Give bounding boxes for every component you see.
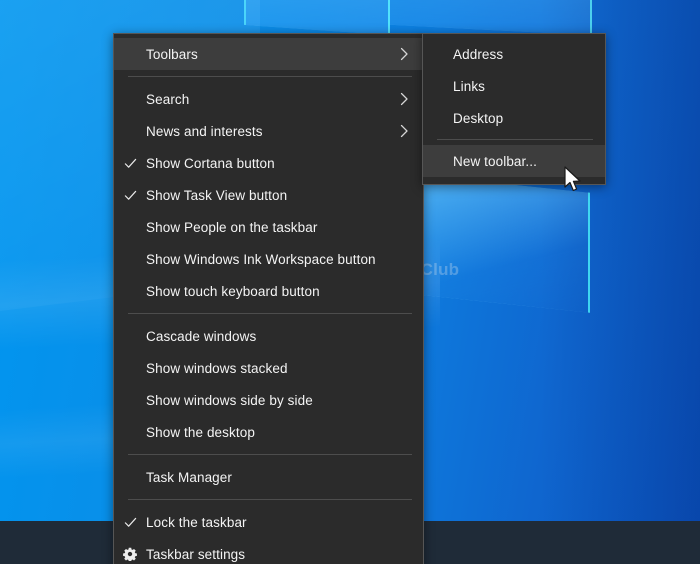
menu-separator bbox=[128, 313, 412, 314]
menu-item-label: News and interests bbox=[146, 123, 263, 139]
menu-item-icon-slot bbox=[114, 516, 146, 529]
wallpaper-shape-top-center bbox=[244, 0, 390, 36]
submenu-chevron bbox=[395, 92, 413, 106]
menu-separator bbox=[128, 454, 412, 455]
menu-item-label: Show People on the taskbar bbox=[146, 219, 318, 235]
menu-item-show-cortana-button[interactable]: Show Cortana button bbox=[114, 147, 423, 179]
menu-item-label: Task Manager bbox=[146, 469, 232, 485]
check-icon bbox=[124, 158, 136, 168]
menu-item-label: Links bbox=[453, 78, 486, 94]
menu-separator bbox=[128, 76, 412, 77]
menu-item-label: Desktop bbox=[453, 110, 504, 126]
menu-item-label: Show Task View button bbox=[146, 187, 288, 203]
menu-item-show-people-on-the-taskbar[interactable]: Show People on the taskbar bbox=[114, 211, 423, 243]
chevron-right-icon bbox=[400, 47, 408, 61]
menu-item-desktop[interactable]: Desktop bbox=[423, 102, 605, 134]
check-icon bbox=[124, 517, 136, 527]
menu-item-news-and-interests[interactable]: News and interests bbox=[114, 115, 423, 147]
menu-item-task-manager[interactable]: Task Manager bbox=[114, 461, 423, 493]
menu-item-toolbars[interactable]: Toolbars bbox=[114, 38, 423, 70]
menu-separator bbox=[437, 139, 593, 140]
menu-item-label: Show touch keyboard button bbox=[146, 283, 320, 299]
menu-item-label: Show Windows Ink Workspace button bbox=[146, 251, 376, 267]
menu-item-show-windows-side-by-side[interactable]: Show windows side by side bbox=[114, 384, 423, 416]
menu-item-show-windows-stacked[interactable]: Show windows stacked bbox=[114, 352, 423, 384]
menu-item-taskbar-settings[interactable]: Taskbar settings bbox=[114, 538, 423, 564]
menu-item-label: Toolbars bbox=[146, 46, 198, 62]
menu-item-icon-slot bbox=[114, 547, 146, 561]
menu-item-icon-slot bbox=[114, 189, 146, 202]
menu-item-lock-the-taskbar[interactable]: Lock the taskbar bbox=[114, 506, 423, 538]
toolbars-submenu[interactable]: Address Links Desktop New toolbar... bbox=[422, 33, 606, 185]
menu-item-label: Show windows stacked bbox=[146, 360, 288, 376]
menu-item-address[interactable]: Address bbox=[423, 38, 605, 70]
menu-item-search[interactable]: Search bbox=[114, 83, 423, 115]
menu-item-show-touch-keyboard-button[interactable]: Show touch keyboard button bbox=[114, 275, 423, 307]
menu-item-links[interactable]: Links bbox=[423, 70, 605, 102]
menu-item-cascade-windows[interactable]: Cascade windows bbox=[114, 320, 423, 352]
menu-item-label: Search bbox=[146, 91, 190, 107]
taskbar-context-menu[interactable]: Toolbars Search News and interests Show Cor… bbox=[113, 33, 424, 564]
gear-icon bbox=[123, 547, 137, 561]
menu-item-show-the-desktop[interactable]: Show the desktop bbox=[114, 416, 423, 448]
menu-item-label: Show Cortana button bbox=[146, 155, 275, 171]
chevron-right-icon bbox=[400, 92, 408, 106]
submenu-chevron bbox=[395, 47, 413, 61]
menu-item-label: Show the desktop bbox=[146, 424, 255, 440]
menu-item-label: Taskbar settings bbox=[146, 546, 246, 562]
submenu-chevron bbox=[395, 124, 413, 138]
menu-item-label: Show windows side by side bbox=[146, 392, 313, 408]
check-icon bbox=[124, 190, 136, 200]
menu-item-show-windows-ink-workspace-button[interactable]: Show Windows Ink Workspace button bbox=[114, 243, 423, 275]
menu-item-show-task-view-button[interactable]: Show Task View button bbox=[114, 179, 423, 211]
menu-item-label: New toolbar... bbox=[453, 153, 537, 169]
menu-item-label: Cascade windows bbox=[146, 328, 257, 344]
menu-item-icon-slot bbox=[114, 157, 146, 170]
chevron-right-icon bbox=[400, 124, 408, 138]
menu-item-new-toolbar[interactable]: New toolbar... bbox=[423, 145, 605, 177]
menu-item-label: Address bbox=[453, 46, 504, 62]
menu-separator bbox=[128, 499, 412, 500]
menu-item-label: Lock the taskbar bbox=[146, 514, 247, 530]
